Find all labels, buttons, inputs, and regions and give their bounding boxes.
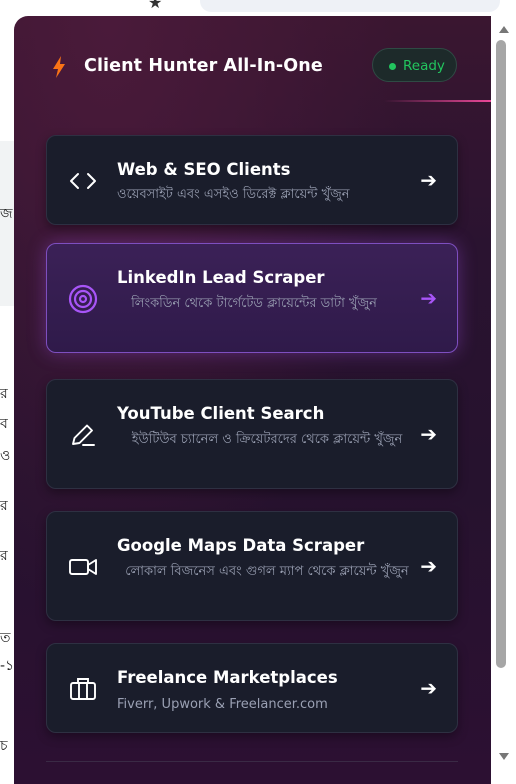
scrollbar-thumb[interactable] [496, 40, 506, 668]
card-google-maps-data-scraper[interactable]: Google Maps Data Scraper লোকাল বিজনেস এব… [46, 511, 458, 621]
card-title: Freelance Marketplaces [117, 668, 338, 687]
browser-toolbar: ★ [0, 0, 516, 16]
popup-header: Client Hunter All-In-One Ready [14, 16, 491, 116]
bottom-divider [46, 761, 458, 762]
extensions-bar [200, 0, 500, 12]
bolt-icon [53, 56, 65, 78]
scrollbar[interactable] [491, 16, 516, 784]
page-text-fragment: র [0, 498, 8, 514]
card-description: ওয়েবসাইট এবং এসইও ডিরেক্ট ক্লায়েন্ট খু… [117, 187, 350, 202]
video-camera-icon [69, 559, 97, 575]
card-description: লিংকডিন থেকে টার্গেটেড ক্লায়েন্টের ডাটা… [131, 296, 377, 311]
card-description: ইউটিউব চ্যানেল ও ক্রিয়েটরদের থেকে ক্লায… [131, 432, 403, 447]
status-dot-icon [389, 63, 396, 70]
page-text-fragment: ও [0, 448, 11, 464]
page-text-fragment: ত [0, 630, 11, 646]
status-badge: Ready [372, 48, 457, 82]
page-text-fragment: র [0, 548, 8, 564]
card-description: লোকাল বিজনেস এবং গুগল ম্যাপ থেকে ক্লায়ে… [125, 564, 409, 579]
extension-popup: Client Hunter All-In-One Ready Web & SEO… [14, 16, 491, 784]
page-text-fragment: জ [0, 206, 13, 222]
arrow-right-icon: ➔ [420, 422, 437, 446]
page-text-fragment: -১ [0, 658, 15, 674]
page-text-fragment: র [0, 386, 8, 402]
status-text: Ready [403, 58, 445, 74]
arrow-right-icon: ➔ [420, 286, 437, 310]
page-text-fragment: ব [0, 416, 8, 432]
app-title: Client Hunter All-In-One [84, 56, 323, 76]
scroll-down-arrow-icon[interactable] [499, 753, 509, 760]
arrow-right-icon: ➔ [420, 168, 437, 192]
pen-icon [72, 424, 95, 446]
card-title: YouTube Client Search [117, 404, 325, 423]
card-description: Fiverr, Upwork & Freelancer.com [117, 697, 328, 712]
card-youtube-client-search[interactable]: YouTube Client Search ইউটিউব চ্যানেল ও ক… [46, 379, 458, 489]
page-text-fragment: চ [0, 738, 8, 754]
card-linkedin-lead-scraper[interactable]: LinkedIn Lead Scraper লিংকডিন থেকে টার্গ… [46, 243, 458, 353]
scroll-up-arrow-icon[interactable] [499, 26, 509, 33]
arrow-right-icon: ➔ [420, 554, 437, 578]
briefcase-icon [70, 678, 96, 700]
card-title: Web & SEO Clients [117, 160, 291, 179]
card-title: Google Maps Data Scraper [117, 536, 365, 555]
star-icon[interactable]: ★ [148, 0, 162, 12]
card-freelance-marketplaces[interactable]: Freelance Marketplaces Fiverr, Upwork & … [46, 643, 458, 733]
target-icon [68, 284, 98, 314]
card-title: LinkedIn Lead Scraper [117, 268, 325, 287]
code-icon [70, 173, 96, 189]
card-web-seo-clients[interactable]: Web & SEO Clients ওয়েবসাইট এবং এসইও ডির… [46, 135, 458, 225]
arrow-right-icon: ➔ [420, 676, 437, 700]
header-divider [384, 100, 491, 102]
